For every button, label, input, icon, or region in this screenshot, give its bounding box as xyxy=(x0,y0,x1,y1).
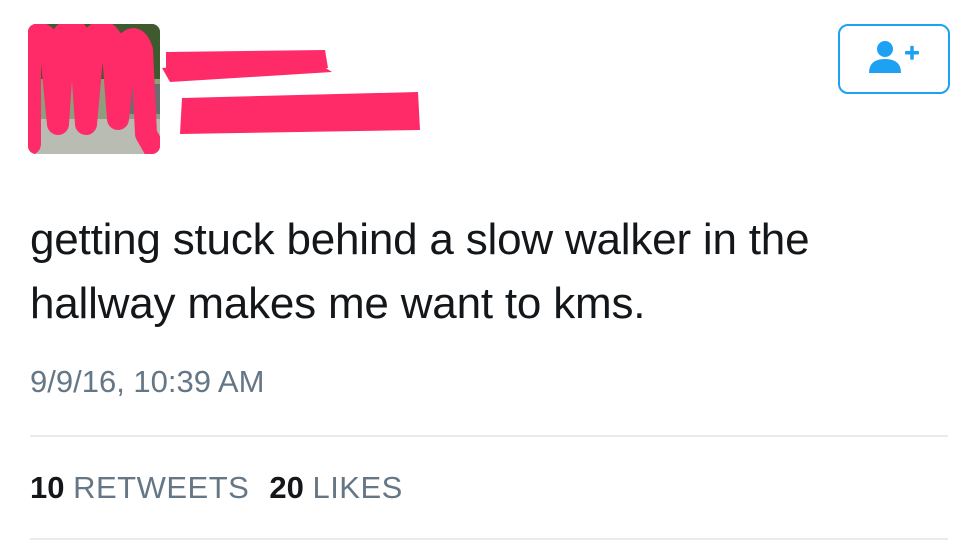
likes-label: LIKES xyxy=(312,470,403,505)
retweets-label: RETWEETS xyxy=(73,470,250,505)
retweets-count: 10 xyxy=(30,470,65,505)
divider xyxy=(30,435,948,437)
tweet-stats: 10 RETWEETS 20 LIKES xyxy=(30,468,403,508)
tweet-text: getting stuck behind a slow walker in th… xyxy=(30,215,810,328)
avatar-image xyxy=(28,24,160,154)
tweet-timestamp[interactable]: 9/9/16, 10:39 AM xyxy=(30,362,264,402)
redacted-username xyxy=(162,50,420,134)
divider xyxy=(30,538,948,540)
likes-stat[interactable]: 20 LIKES xyxy=(269,470,403,505)
follow-button[interactable] xyxy=(838,24,950,94)
retweets-stat[interactable]: 10 RETWEETS xyxy=(30,470,249,505)
avatar[interactable] xyxy=(28,24,160,154)
add-user-icon xyxy=(867,39,921,80)
likes-count: 20 xyxy=(269,470,304,505)
